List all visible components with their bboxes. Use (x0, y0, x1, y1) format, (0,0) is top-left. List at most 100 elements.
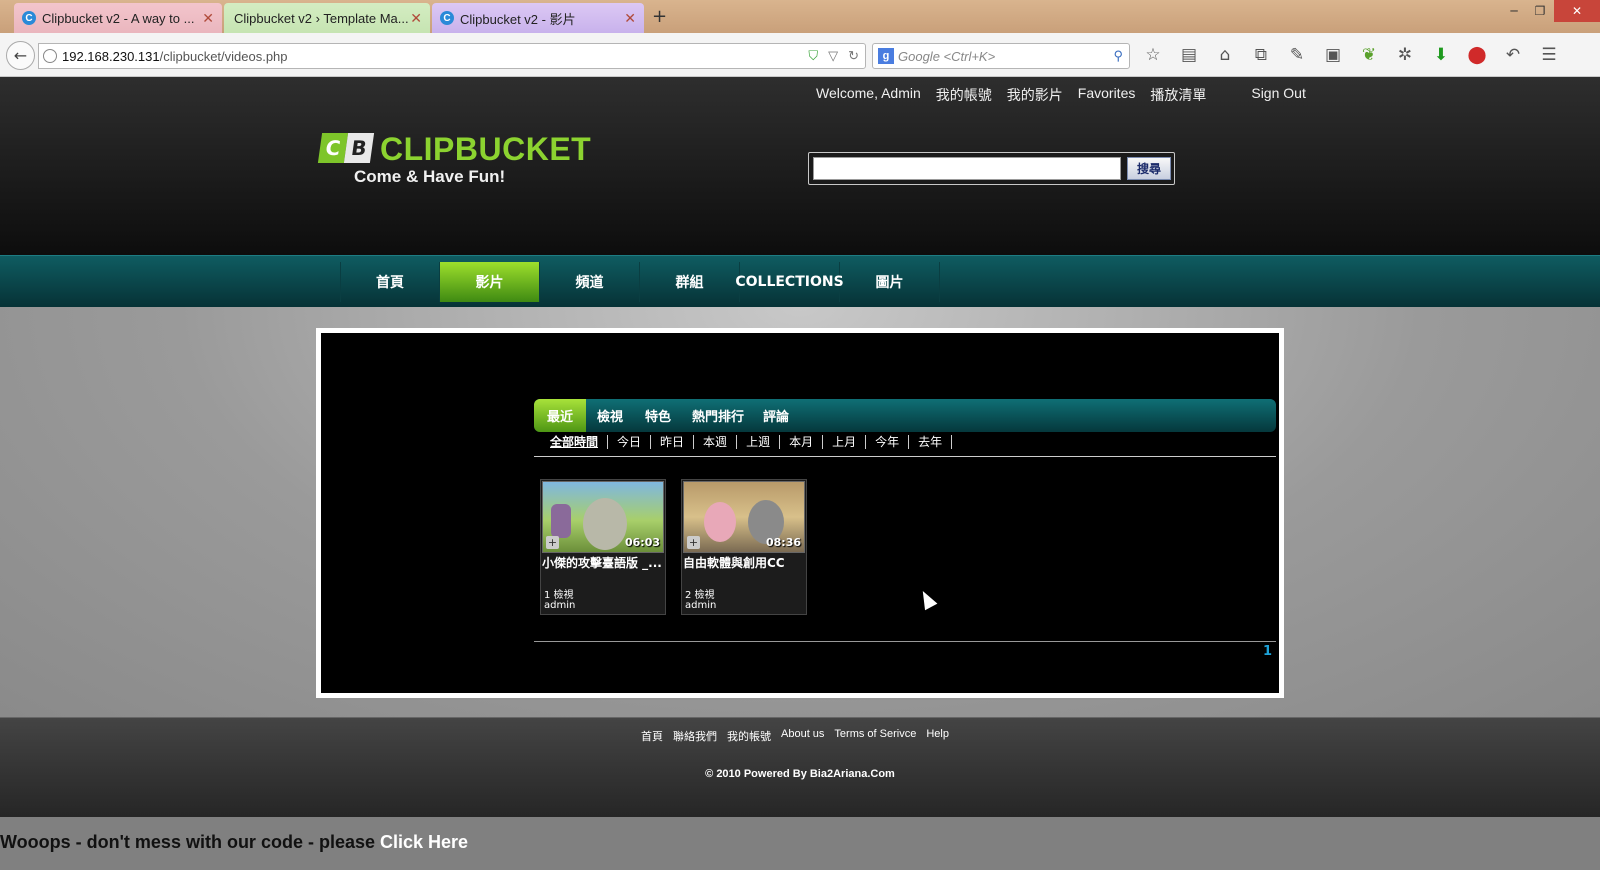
reading-list-icon[interactable]: ▤ (1178, 45, 1200, 65)
site-search-input[interactable] (813, 157, 1121, 180)
video-sort-tabs: 最近 檢視 特色 熱門排行 評論 (534, 399, 1276, 432)
google-icon[interactable]: g (878, 48, 894, 64)
new-tab-icon[interactable]: + (652, 6, 667, 27)
tab-recent[interactable]: 最近 (534, 399, 586, 432)
search-icon[interactable]: ⚲ (1113, 48, 1123, 64)
close-tab-icon[interactable]: ✕ (624, 10, 636, 27)
pen-icon[interactable]: ✎ (1286, 45, 1308, 65)
crop-icon[interactable]: ⧉ (1250, 45, 1272, 65)
browser-tab-3[interactable]: C Clipbucket v2 - 影片 ✕ (432, 3, 644, 33)
click-here-link[interactable]: Click Here (380, 832, 468, 852)
window-close-icon[interactable]: ✕ (1554, 0, 1600, 22)
restore-icon[interactable]: ❐ (1528, 0, 1552, 22)
video-title[interactable]: 自由軟體與創用CC (683, 556, 805, 571)
filter-all-time[interactable]: 全部時間 (548, 435, 609, 449)
globe-icon (43, 49, 57, 63)
video-uploader[interactable]: admin (685, 600, 716, 611)
clipbucket-favicon-icon: C (440, 11, 454, 25)
thumbnail-figure (551, 504, 571, 538)
video-card[interactable]: + 06:03 小傑的攻擊臺語版 _... 1 檢視 admin (540, 479, 666, 615)
warning-text: Wooops - don't mess with our code - plea… (0, 832, 380, 852)
back-arrow-icon[interactable]: ← (6, 41, 35, 70)
address-bar[interactable]: 192.168.230.131/clipbucket/videos.php ⛉ … (38, 43, 866, 69)
tab-featured[interactable]: 特色 (636, 399, 680, 432)
video-views: 2 檢視 (685, 590, 715, 601)
gear-icon[interactable]: ✲ (1394, 45, 1416, 65)
close-tab-icon[interactable]: ✕ (410, 10, 422, 27)
footer-link-help[interactable]: Help (926, 728, 949, 744)
thumbnail-figure (583, 498, 627, 550)
nav-collections[interactable]: COLLECTIONS (735, 262, 844, 302)
undo-icon[interactable]: ↶ (1502, 45, 1524, 65)
reload-icon[interactable]: ↻ (848, 48, 859, 64)
site-footer: 首頁 聯絡我們 我的帳號 About us Terms of Serivce H… (0, 717, 1600, 817)
video-title[interactable]: 小傑的攻擊臺語版 _... (542, 556, 664, 571)
tab-views[interactable]: 檢視 (588, 399, 632, 432)
url-path: /clipbucket/videos.php (159, 48, 288, 64)
add-to-playlist-icon[interactable]: + (687, 536, 700, 549)
site-header: Welcome, Admin 我的帳號 我的影片 Favorites 播放清單 … (0, 77, 1600, 255)
video-duration: 08:36 (765, 536, 801, 549)
nav-videos[interactable]: 影片 (440, 262, 540, 302)
dropdown-arrow-icon[interactable]: ▽ (828, 48, 838, 64)
add-to-playlist-icon[interactable]: + (546, 536, 559, 549)
url-host: 192.168.230.131 (62, 48, 160, 64)
time-filter-bar: 全部時間 今日 昨日 本週 上週 本月 上月 今年 去年 (548, 435, 953, 449)
welcome-text: Welcome, Admin (816, 85, 921, 101)
thumbnail-figure (704, 502, 736, 542)
signout-link[interactable]: Sign Out (1251, 85, 1305, 105)
main-navigation: 首頁 影片 頻道 群組 COLLECTIONS 圖片 (0, 255, 1600, 307)
search-button[interactable]: 搜尋 (1127, 157, 1171, 180)
tab-top-rated[interactable]: 熱門排行 (686, 399, 750, 432)
footer-link-contact[interactable]: 聯絡我們 (673, 728, 717, 744)
link-favorites[interactable]: Favorites (1078, 85, 1136, 105)
video-thumbnail[interactable]: + 06:03 (542, 481, 664, 553)
browser-tab-1[interactable]: C Clipbucket v2 - A way to ... ✕ (14, 3, 222, 33)
footer-link-terms[interactable]: Terms of Serivce (834, 728, 916, 744)
nav-photos[interactable]: 圖片 (840, 262, 940, 302)
link-playlists[interactable]: 播放清單 (1150, 85, 1206, 105)
filter-last-month[interactable]: 上月 (823, 435, 867, 449)
filter-this-month[interactable]: 本月 (780, 435, 824, 449)
leaf-icon[interactable]: ❦ (1358, 45, 1380, 65)
browser-navigation-bar: ← 192.168.230.131/clipbucket/videos.php … (0, 33, 1600, 77)
copyright-text: © 2010 Powered By Bia2Ariana.Com (705, 768, 895, 780)
footer-link-about[interactable]: About us (781, 728, 824, 744)
close-tab-icon[interactable]: ✕ (202, 10, 214, 27)
filter-today[interactable]: 今日 (608, 435, 652, 449)
bookmark-star-icon[interactable]: ☆ (1142, 45, 1164, 65)
user-links: Welcome, Admin 我的帳號 我的影片 Favorites 播放清單 … (816, 85, 1306, 105)
link-my-account[interactable]: 我的帳號 (936, 85, 992, 105)
minimize-icon[interactable]: ─ (1502, 0, 1526, 22)
tab-comments[interactable]: 評論 (754, 399, 798, 432)
video-uploader[interactable]: admin (544, 600, 575, 611)
nav-channels[interactable]: 頻道 (540, 262, 640, 302)
filter-last-year[interactable]: 去年 (909, 435, 953, 449)
video-thumbnail[interactable]: + 08:36 (683, 481, 805, 553)
filter-yesterday[interactable]: 昨日 (651, 435, 695, 449)
browser-tab-2[interactable]: Clipbucket v2 › Template Ma... ✕ (224, 3, 430, 33)
site-logo[interactable]: CB CLIPBUCKET Come & Have Fun! (317, 131, 591, 186)
logo-wordmark: CLIPBUCKET (380, 131, 592, 167)
menu-icon[interactable]: ☰ (1538, 45, 1560, 65)
video-card[interactable]: + 08:36 自由軟體與創用CC 2 檢視 admin (681, 479, 807, 615)
home-icon[interactable]: ⌂ (1214, 45, 1236, 65)
filter-last-week[interactable]: 上週 (737, 435, 781, 449)
browser-tab-bar: C Clipbucket v2 - A way to ... ✕ Clipbuc… (0, 0, 1600, 33)
link-my-videos[interactable]: 我的影片 (1007, 85, 1063, 105)
screenshot-icon[interactable]: ▣ (1322, 45, 1344, 65)
footer-link-home[interactable]: 首頁 (641, 728, 663, 744)
filter-this-year[interactable]: 今年 (866, 435, 910, 449)
nav-groups[interactable]: 群組 (640, 262, 740, 302)
pagination-current[interactable]: 1 (1263, 644, 1272, 659)
video-views: 1 檢視 (544, 590, 574, 601)
cb-badge-icon: CB (317, 133, 375, 163)
browser-search-box[interactable]: g Google <Ctrl+K> ⚲ (872, 43, 1130, 69)
divider (534, 456, 1276, 457)
filter-this-week[interactable]: 本週 (694, 435, 738, 449)
adblock-icon[interactable]: ⬤ (1466, 45, 1488, 65)
download-icon[interactable]: ⬇ (1430, 45, 1452, 65)
nav-home[interactable]: 首頁 (340, 262, 440, 302)
shield-icon[interactable]: ⛉ (808, 48, 818, 64)
footer-link-account[interactable]: 我的帳號 (727, 728, 771, 744)
